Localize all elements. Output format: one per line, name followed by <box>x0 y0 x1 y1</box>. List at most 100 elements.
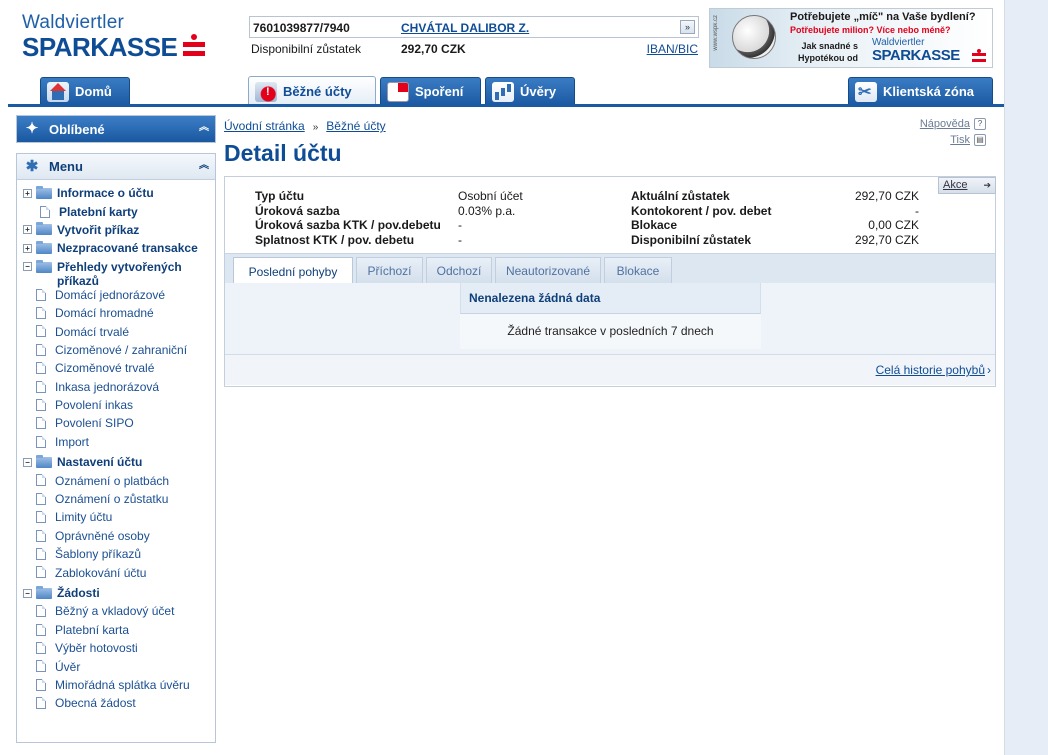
collapse-icon[interactable]: ︽ <box>199 122 209 134</box>
collapse-node-icon[interactable]: − <box>23 588 32 598</box>
detail-row: Disponibilní zůstatek 292,70 CZK <box>631 232 919 247</box>
menu-item-balance-notices[interactable]: Oznámení o zůstatku <box>17 490 215 508</box>
print-link[interactable]: Tisk ▤ <box>920 132 986 148</box>
printer-icon: ▤ <box>974 134 986 146</box>
tab-loans-label: Úvěry <box>520 84 557 99</box>
tab-recent-movements[interactable]: Poslední pohyby <box>233 257 353 285</box>
tab-current-accounts[interactable]: Běžné účty <box>248 76 376 106</box>
expand-icon[interactable]: + <box>23 188 32 198</box>
help-link[interactable]: Nápověda? <box>920 116 986 132</box>
transactions-content: Nenalezena žádná data Žádné transakce v … <box>225 283 995 385</box>
document-icon <box>36 511 46 524</box>
menu-item-block-account[interactable]: Zablokování účtu <box>17 563 215 581</box>
menu-panel: ✱ Menu ︽ + Informace o účtu Platební kart… <box>16 153 216 743</box>
menu-item-order-templates[interactable]: Šablony příkazů <box>17 545 215 563</box>
menu-item-request-account[interactable]: Běžný a vkladový účet <box>17 602 215 620</box>
menu-item-account-limits[interactable]: Limity účtu <box>17 508 215 526</box>
account-number: 7601039877/7940 <box>253 21 350 35</box>
tab-loans[interactable]: Úvěry <box>485 77 575 105</box>
sparkasse-logo[interactable]: Waldviertler SPARKASSE <box>22 12 206 60</box>
menu-item-authorized-persons[interactable]: Oprávněné osoby <box>17 527 215 545</box>
detail-row: Blokace 0,00 CZK <box>631 218 919 232</box>
menu-item-collections-single[interactable]: Inkasa jednorázová <box>17 378 215 396</box>
account-holder-link[interactable]: CHVÁTAL DALIBOR Z. <box>401 21 529 35</box>
tab-client-zone[interactable]: Klientská zóna <box>848 77 993 105</box>
actions-button[interactable]: Akce ➔ <box>938 177 996 194</box>
no-data-text: Žádné transakce v posledních 7 dnech <box>507 324 714 338</box>
menu-item-account-info[interactable]: + Informace o účtu <box>17 184 215 202</box>
menu-item-request-cash[interactable]: Výběr hotovosti <box>17 639 215 657</box>
menu-header[interactable]: ✱ Menu ︽ <box>17 154 215 180</box>
right-gutter <box>1004 0 1048 755</box>
document-icon <box>36 548 46 561</box>
tab-home[interactable]: Domů <box>40 77 130 105</box>
document-icon <box>36 288 46 301</box>
folder-icon <box>36 185 52 199</box>
document-icon <box>36 660 46 673</box>
menu-item-domestic-standing[interactable]: Domácí trvalé <box>17 322 215 340</box>
breadcrumb-current-link[interactable]: Běžné účty <box>326 119 385 133</box>
history-row: Celá historie pohybů › <box>225 354 995 385</box>
sparkasse-s-icon <box>972 49 986 63</box>
menu-item-import[interactable]: Import <box>17 433 215 451</box>
menu-item-request-loan[interactable]: Úvěr <box>17 657 215 675</box>
collapse-icon[interactable]: ︽ <box>199 160 209 172</box>
iban-bic-link[interactable]: IBAN/BIC <box>647 42 698 56</box>
menu-item-sipo-permits[interactable]: Povolení SIPO <box>17 414 215 432</box>
tab-home-label: Domů <box>75 84 112 99</box>
folder-open-icon <box>36 454 52 468</box>
menu-item-request-card[interactable]: Platební karta <box>17 621 215 639</box>
account-details-right: Aktuální zůstatek 292,70 CZK Kontokorent … <box>631 189 919 247</box>
chevron-down-icon[interactable]: » <box>680 20 695 34</box>
menu-item-order-overviews[interactable]: − Přehledy vytvořených příkazů <box>17 258 215 288</box>
mortgage-banner[interactable]: www.wspk.cz Potřebujete „míč" na Vaše by… <box>709 8 993 68</box>
tab-unauthorized[interactable]: Neautorizované <box>495 257 601 284</box>
banner-line3: Jak snadné s Hypotékou od <box>798 41 858 63</box>
scissors-icon <box>855 81 877 102</box>
account-detail-panel: Typ účtu Osobní účet Úroková sazba 0.03% p… <box>224 176 996 387</box>
menu-item-payment-notices[interactable]: Oznámení o platbách <box>17 471 215 489</box>
account-selector[interactable]: 7601039877/7940 CHVÁTAL DALIBOR Z. » <box>249 16 699 38</box>
menu-item-account-settings[interactable]: − Nastavení účtu <box>17 453 215 471</box>
menu-item-foreign[interactable]: Cizoměnové / zahraniční <box>17 341 215 359</box>
help-icon: ? <box>974 118 986 130</box>
document-icon <box>36 398 46 411</box>
document-icon <box>36 697 46 710</box>
collapse-node-icon[interactable]: − <box>23 457 32 467</box>
breadcrumb-home-link[interactable]: Úvodní stránka <box>224 119 305 133</box>
document-icon <box>36 605 46 618</box>
document-icon <box>36 343 46 356</box>
menu-item-unprocessed[interactable]: + Nezpracované transakce <box>17 239 215 257</box>
menu-item-requests[interactable]: − Žádosti <box>17 584 215 602</box>
tab-incoming[interactable]: Příchozí <box>356 257 423 284</box>
menu-item-cards[interactable]: Platební karty <box>17 202 215 220</box>
menu-item-request-general[interactable]: Obecná žádost <box>17 694 215 712</box>
folder-icon <box>36 222 52 236</box>
tab-blocks[interactable]: Blokace <box>604 257 672 284</box>
menu-item-request-prepayment[interactable]: Mimořádná splátka úvěru <box>17 676 215 694</box>
expand-icon[interactable]: + <box>23 243 32 253</box>
breadcrumb-separator-icon: » <box>312 122 319 133</box>
favorites-label: Oblíbené <box>49 121 105 137</box>
menu-tree: + Informace o účtu Platební karty + Vytvoř… <box>17 180 215 721</box>
menu-item-collection-permits[interactable]: Povolení inkas <box>17 396 215 414</box>
collapse-node-icon[interactable]: − <box>23 261 32 271</box>
tab-outgoing[interactable]: Odchozí <box>426 257 492 284</box>
tab-savings[interactable]: Spoření <box>380 77 481 105</box>
accounts-icon <box>255 81 277 102</box>
no-data-title: Nenalezena žádná data <box>460 283 761 314</box>
page: Waldviertler SPARKASSE 7601039877/7940 C… <box>0 0 1004 755</box>
detail-row: Aktuální zůstatek 292,70 CZK <box>631 189 919 203</box>
expand-icon[interactable]: + <box>23 225 32 235</box>
document-icon <box>36 325 46 338</box>
nav-divider <box>8 104 1004 107</box>
available-label: Disponibilní zůstatek <box>251 42 362 56</box>
document-icon <box>36 623 46 636</box>
menu-item-domestic-single[interactable]: Domácí jednorázové <box>17 286 215 304</box>
favorites-header[interactable]: ✦ Oblíbené ︽ <box>17 116 215 142</box>
menu-item-domestic-bulk[interactable]: Domácí hromadné <box>17 304 215 322</box>
breadcrumb: Úvodní stránka » Běžné účty <box>224 119 386 133</box>
menu-item-create-order[interactable]: + Vytvořit příkaz <box>17 221 215 239</box>
full-history-link[interactable]: Celá historie pohybů <box>876 363 985 377</box>
menu-item-foreign-standing[interactable]: Cizoměnové trvalé <box>17 359 215 377</box>
